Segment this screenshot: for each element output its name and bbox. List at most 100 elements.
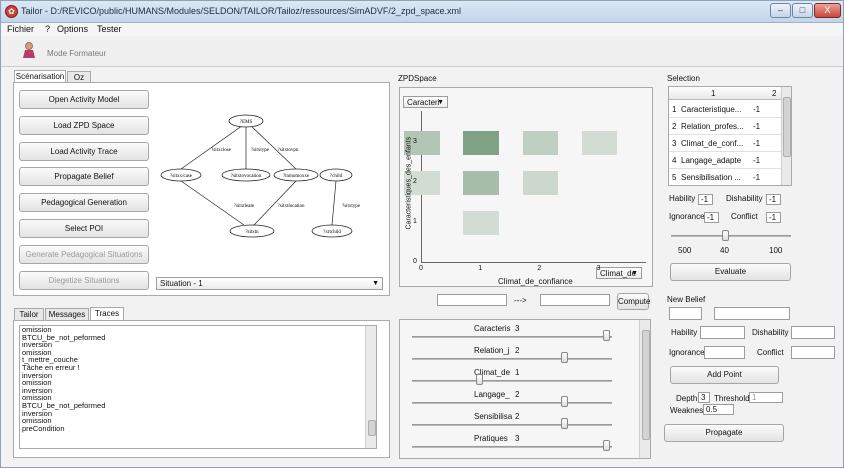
conflict-field[interactable]: -1 xyxy=(766,212,781,223)
zpd-cell[interactable] xyxy=(463,211,499,235)
tab-tailor[interactable]: Tailor xyxy=(14,308,44,320)
load-zpd-space-button[interactable]: Load ZPD Space xyxy=(19,116,149,135)
zpd-cell[interactable] xyxy=(522,131,559,155)
propagate-button[interactable]: Propagate xyxy=(664,424,784,442)
selection-row[interactable]: 3 Climat_de_conf... -1 xyxy=(669,135,781,152)
dimension-slider-track[interactable] xyxy=(412,380,612,382)
threshold-field[interactable]: 1 xyxy=(749,392,783,403)
depth-field[interactable]: 3 xyxy=(698,392,710,403)
hability-field[interactable]: -1 xyxy=(698,194,713,205)
zpd-cell[interactable] xyxy=(581,131,618,155)
tab-traces[interactable]: Traces xyxy=(90,307,124,320)
dimension-label: Langage_ xyxy=(474,390,510,399)
open-activity-model-button[interactable]: Open Activity Model xyxy=(19,90,149,109)
selection-row[interactable]: 4 Langage_adapte -1 xyxy=(669,152,781,169)
diegetize-situations-button[interactable]: Diegetize Situations xyxy=(19,271,149,290)
nb-hability-field[interactable] xyxy=(700,326,745,339)
dimension-slider-track[interactable] xyxy=(412,424,612,426)
hability-label: Hability xyxy=(669,194,696,203)
weakness-label: Weakness xyxy=(670,406,708,415)
dimension-slider-track[interactable] xyxy=(412,358,612,360)
graph-edge-label: ?sitxtype xyxy=(342,204,361,209)
maximize-button[interactable]: □ xyxy=(792,3,813,18)
dimension-value: 2 xyxy=(515,390,520,399)
sliders-scrollbar[interactable] xyxy=(639,320,650,458)
selection-row[interactable]: 2 Relation_profes... -1 xyxy=(669,118,781,135)
situation-select[interactable]: Situation - 1 ▼ xyxy=(156,277,383,290)
dishability-label: Dishability xyxy=(726,194,763,203)
selection-scrollbar[interactable] xyxy=(781,87,791,185)
generate-pedagogical-situations-button[interactable]: Generate Pedagogical Situations xyxy=(19,245,149,264)
traces-scroll-thumb[interactable] xyxy=(368,420,376,436)
zpd-cell[interactable] xyxy=(522,171,559,195)
zpd-cell[interactable] xyxy=(463,171,499,195)
dimension-slider-track[interactable] xyxy=(412,402,612,404)
compute-button[interactable]: Compute xyxy=(617,293,650,310)
traces-scrollbar[interactable] xyxy=(365,326,376,448)
dimension-slider-handle[interactable] xyxy=(561,352,569,363)
dimension-slider-row: Climat_de 1 xyxy=(400,368,638,388)
dimension-slider-track[interactable] xyxy=(412,446,612,448)
dimension-slider-track[interactable] xyxy=(412,336,612,338)
dimension-value: 1 xyxy=(515,368,520,377)
new-belief-field-a[interactable] xyxy=(669,307,702,320)
selection-row[interactable]: 5 Sensibilisation ... -1 xyxy=(669,169,781,185)
nb-conflict-field[interactable] xyxy=(791,346,835,359)
dimension-value: 2 xyxy=(515,412,520,421)
dimension-label: Caracteris xyxy=(474,324,511,333)
zpd-y-tick: 1 xyxy=(413,218,417,225)
select-poi-button[interactable]: Select POI xyxy=(19,219,149,238)
evaluate-button[interactable]: Evaluate xyxy=(670,263,791,281)
zpd-chart[interactable] xyxy=(404,111,646,263)
graph-node-label: ?EMS xyxy=(240,120,253,125)
menu-tester[interactable]: Tester xyxy=(97,24,122,34)
dimension-slider-row: Sensibilisa 2 xyxy=(400,412,638,432)
range-track[interactable] xyxy=(671,235,791,237)
zpd-to-field[interactable] xyxy=(540,294,610,306)
load-activity-trace-button[interactable]: Load Activity Trace xyxy=(19,142,149,161)
weakness-field[interactable]: 0.5 xyxy=(703,404,734,415)
dishability-field[interactable]: -1 xyxy=(766,194,781,205)
dimension-label: Sensibilisa xyxy=(474,412,513,421)
selection-table[interactable]: 1 2 1 Caracteristique... -1 2 Relation_profe… xyxy=(668,86,792,186)
menu-options[interactable]: Options xyxy=(57,24,88,34)
add-point-button[interactable]: Add Point xyxy=(670,366,779,384)
menu-help[interactable]: ? xyxy=(45,24,50,34)
selection-scroll-thumb[interactable] xyxy=(783,97,791,157)
minimize-button[interactable]: – xyxy=(770,3,791,18)
nb-hability-label: Hability xyxy=(671,328,698,337)
menu-fichier[interactable]: Fichier xyxy=(7,24,34,34)
selection-row-name: Sensibilisation ... xyxy=(681,173,742,182)
situation-select-value: Situation - 1 xyxy=(160,279,203,288)
new-belief-field-b[interactable] xyxy=(714,307,790,320)
sliders-scroll-thumb[interactable] xyxy=(642,330,650,440)
user-mode-icon[interactable] xyxy=(21,42,37,60)
propagate-belief-button[interactable]: Propagate Belief xyxy=(19,167,149,186)
mode-label: Mode Formateur xyxy=(47,49,107,58)
tab-messages[interactable]: Messages xyxy=(45,308,89,320)
dimension-slider-handle[interactable] xyxy=(603,440,610,451)
ignorance-field[interactable]: -1 xyxy=(704,212,719,223)
nb-dishability-field[interactable] xyxy=(791,326,835,339)
traces-list[interactable]: omission BTCU_be_not_peformed inversion omi… xyxy=(19,325,377,449)
selection-row[interactable]: 1 Caracteristique... -1 xyxy=(669,101,781,118)
close-button[interactable]: X xyxy=(814,3,841,18)
zpd-y-axis-select[interactable]: Caracteri ▼ xyxy=(403,96,448,108)
nb-ignorance-field[interactable] xyxy=(704,346,745,359)
selection-row-value: -1 xyxy=(753,173,761,182)
zpd-x-tick: 1 xyxy=(478,265,483,272)
dimension-label: Relation_j xyxy=(474,346,510,355)
app-window: ✿ Tailor - D:/REVICO/public/HUMANS/Modul… xyxy=(0,0,844,468)
dimension-slider-row: Relation_j 2 xyxy=(400,346,638,366)
title-bar: ✿ Tailor - D:/REVICO/public/HUMANS/Modul… xyxy=(1,1,843,23)
conflict-label: Conflict xyxy=(731,212,758,221)
dimension-slider-handle[interactable] xyxy=(561,418,569,429)
pedagogical-generation-button[interactable]: Pedagogical Generation xyxy=(19,193,149,212)
zpd-from-field[interactable] xyxy=(437,294,507,306)
dimension-slider-handle[interactable] xyxy=(476,374,483,385)
range-slider-handle[interactable] xyxy=(721,230,729,241)
zpd-cell[interactable] xyxy=(463,131,499,155)
selection-col-header: 2 xyxy=(772,89,777,98)
dimension-slider-handle[interactable] xyxy=(603,330,610,341)
dimension-slider-handle[interactable] xyxy=(561,396,569,407)
